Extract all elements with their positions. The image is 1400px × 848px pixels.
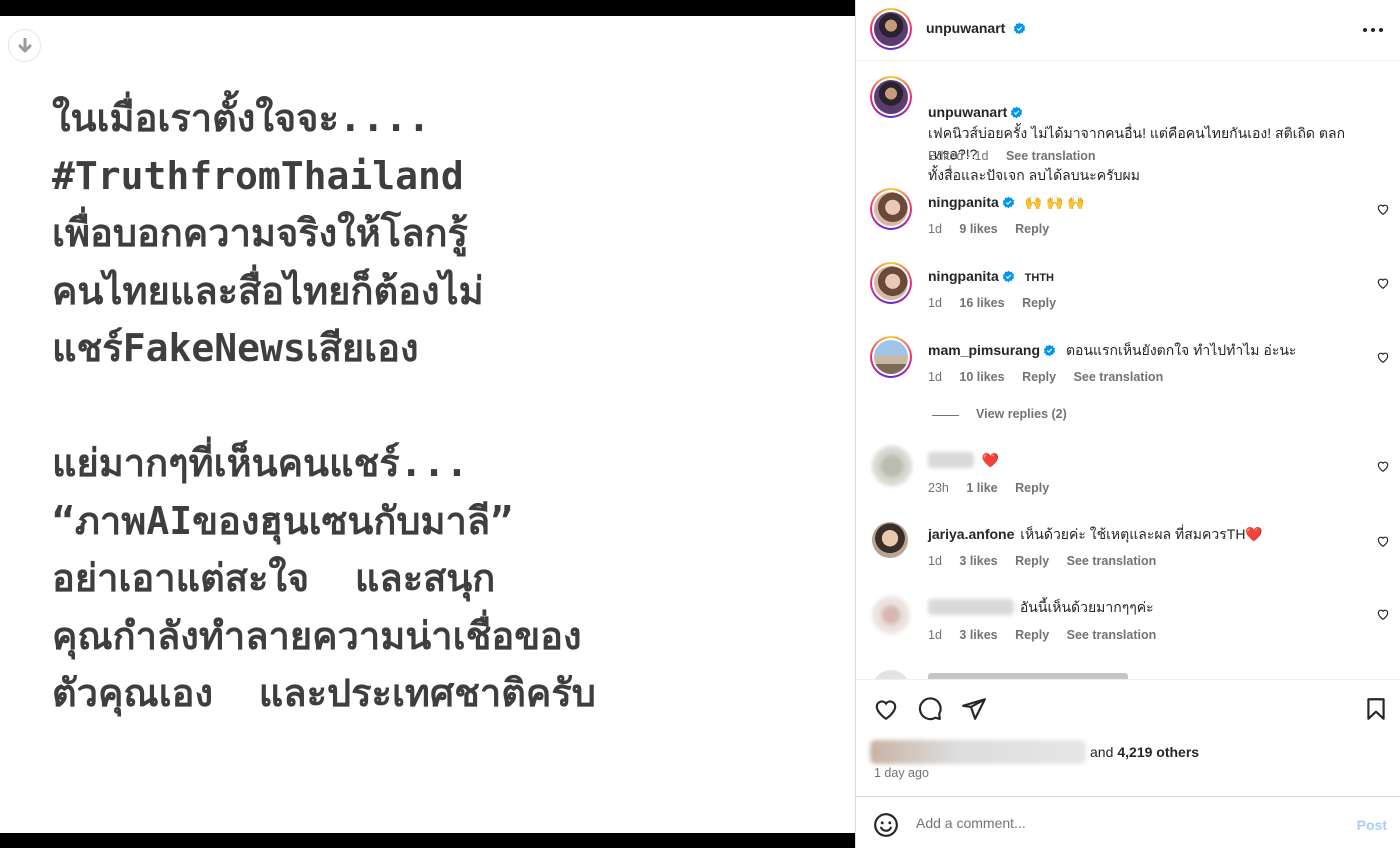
comment-text: ❤️ — [981, 452, 1000, 468]
blurred-username — [928, 599, 1014, 615]
commenter-avatar[interactable] — [870, 336, 912, 378]
blurred-username — [928, 452, 974, 468]
caption-username[interactable]: unpuwanart — [928, 104, 1007, 120]
comment-likes[interactable]: 10 likes — [959, 370, 1004, 384]
comment-time: 1d — [928, 296, 942, 310]
verified-badge-icon — [1013, 22, 1025, 35]
commenter-avatar[interactable] — [872, 446, 912, 486]
reply-button[interactable]: Reply — [1022, 296, 1056, 310]
comment-input[interactable] — [916, 811, 1326, 835]
commenter-avatar[interactable] — [870, 262, 912, 304]
comment-see-translation[interactable]: See translation — [1067, 628, 1157, 642]
comment-bubble-icon[interactable] — [917, 696, 943, 722]
comment-text: อันนี้เห็นด้วยมากๆๆค่ะ — [1019, 599, 1154, 615]
like-heart-icon[interactable] — [873, 696, 899, 722]
likes-and: and — [1090, 744, 1114, 760]
like-comment-icon[interactable] — [1376, 276, 1390, 290]
comment-time: 1d — [928, 222, 942, 236]
comment-text: 🙌 🙌 🙌 — [1024, 194, 1085, 210]
comment-time: 1d — [928, 628, 942, 642]
like-comment-icon[interactable] — [1376, 459, 1390, 473]
comment-likes[interactable]: 3 likes — [959, 554, 997, 568]
share-paper-plane-icon[interactable] — [961, 696, 987, 722]
more-options-icon[interactable] — [1361, 20, 1385, 40]
comment-username[interactable]: mam_pimsurang — [928, 342, 1040, 358]
comment-username[interactable]: ningpanita — [928, 268, 999, 284]
commenter-avatar[interactable] — [872, 670, 910, 679]
letterbox-bottom — [0, 833, 855, 848]
caption-avatar[interactable] — [870, 76, 912, 118]
likes-others[interactable]: 4,219 others — [1117, 744, 1199, 760]
reply-button[interactable]: Reply — [1022, 370, 1056, 384]
add-comment-bar: Post — [856, 796, 1400, 848]
post-side-panel: unpuwanart unpuwanart เฟคนิวส์บ่อยครั้ง … — [855, 0, 1400, 848]
owner-avatar[interactable] — [870, 8, 912, 50]
comment-text: ตอนแรกเห็นยังตกใจ ทำไปทำไม อ่ะนะ — [1065, 342, 1297, 358]
post-header: unpuwanart — [856, 0, 1400, 61]
caption-see-translation[interactable]: See translation — [1006, 149, 1096, 163]
commenter-avatar[interactable] — [872, 522, 908, 558]
like-comment-icon[interactable] — [1376, 607, 1390, 621]
view-replies-button[interactable]: View replies (2) — [976, 407, 1067, 421]
post-media: ในเมื่อเราตั้งใจจะ.... #TruthfromThailan… — [0, 0, 855, 848]
commenter-avatar[interactable] — [872, 596, 910, 634]
comments-list[interactable]: unpuwanart เฟคนิวส์บ่อยครั้ง ไม่ได้มาจาก… — [856, 62, 1400, 679]
likes-summary[interactable]: and 4,219 others — [870, 740, 1199, 764]
comment-username[interactable]: jariya.anfone — [928, 526, 1014, 542]
post-image-text: ในเมื่อเราตั้งใจจะ.... #TruthfromThailan… — [52, 96, 596, 715]
comment-time: 1d — [928, 554, 942, 568]
post-button[interactable]: Post — [1357, 817, 1387, 833]
like-comment-icon[interactable] — [1376, 202, 1390, 216]
comment-likes[interactable]: 1 like — [966, 481, 997, 495]
caption-edited: Edited · 1d — [928, 149, 989, 163]
comment-text: THTH — [1024, 272, 1054, 284]
comment-likes[interactable]: 3 likes — [959, 628, 997, 642]
commenter-avatar[interactable] — [870, 188, 912, 230]
letterbox-top — [0, 0, 855, 16]
reply-button[interactable]: Reply — [1015, 222, 1049, 236]
blurred-likers — [870, 740, 1086, 764]
download-button[interactable] — [8, 29, 41, 62]
reply-button[interactable]: Reply — [1015, 628, 1049, 642]
emoji-icon[interactable] — [873, 812, 899, 838]
verified-badge-icon — [1043, 344, 1056, 357]
comment-time: 23h — [928, 481, 949, 495]
replies-divider — [932, 415, 959, 416]
post-actions: and 4,219 others 1 day ago — [856, 679, 1400, 796]
owner-username[interactable]: unpuwanart — [926, 20, 1005, 36]
save-bookmark-icon[interactable] — [1363, 696, 1389, 722]
comment-likes[interactable]: 9 likes — [959, 222, 997, 236]
reply-button[interactable]: Reply — [1015, 481, 1049, 495]
comment-likes[interactable]: 16 likes — [959, 296, 1004, 310]
verified-badge-icon — [1002, 196, 1014, 209]
comment-see-translation[interactable]: See translation — [1074, 370, 1164, 384]
verified-badge-icon — [1011, 106, 1023, 119]
post-date[interactable]: 1 day ago — [874, 766, 929, 780]
comment-text: เห็นด้วยค่ะ ใช้เหตุและผล ที่สมควรTH❤️ — [1020, 526, 1263, 542]
like-comment-icon[interactable] — [1376, 534, 1390, 548]
reply-button[interactable]: Reply — [1015, 554, 1049, 568]
like-comment-icon[interactable] — [1376, 350, 1390, 364]
verified-badge-icon — [1002, 270, 1014, 283]
comment-time: 1d — [928, 370, 942, 384]
comment-username[interactable]: ningpanita — [928, 194, 999, 210]
comment-see-translation[interactable]: See translation — [1067, 554, 1157, 568]
arrow-down-icon — [18, 37, 31, 52]
